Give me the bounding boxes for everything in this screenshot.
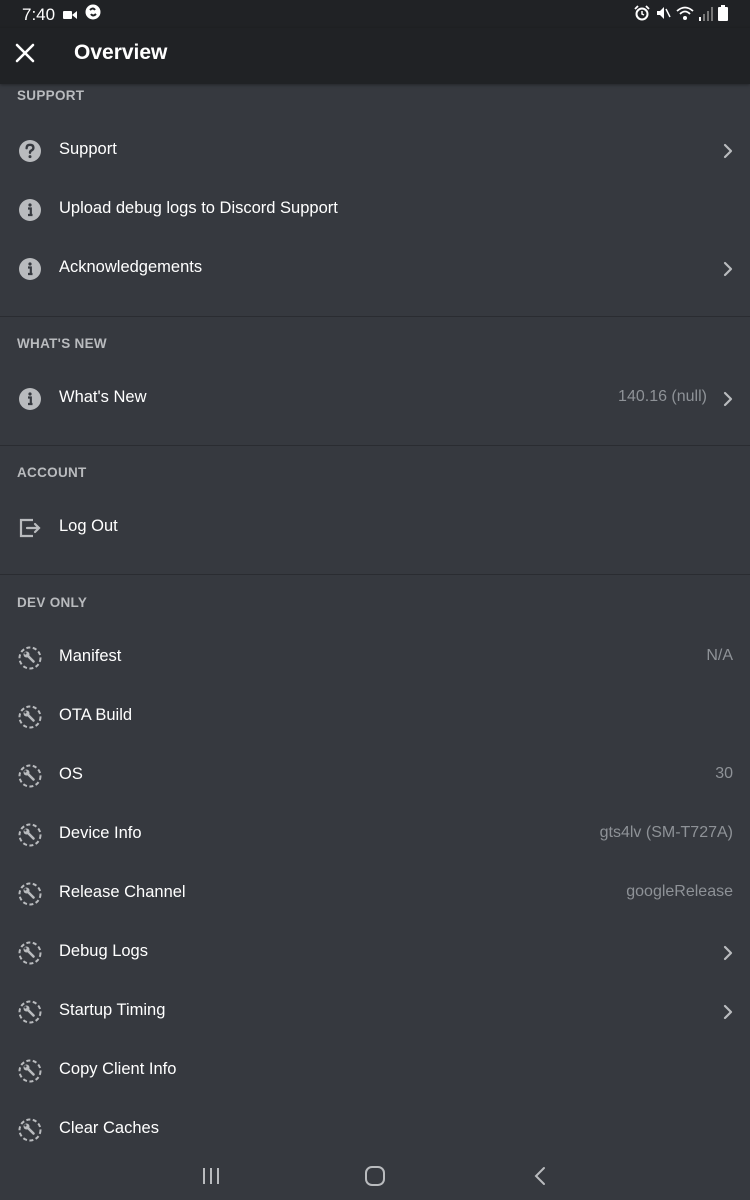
log-out-row[interactable]: Log Out (0, 498, 750, 557)
wrench-icon (18, 646, 42, 670)
section-divider (0, 316, 750, 317)
wrench-icon (18, 1059, 42, 1083)
battery-icon (718, 5, 728, 26)
support-row[interactable]: Support (0, 121, 750, 180)
ota-build-row[interactable]: OTA Build (0, 687, 750, 746)
section-header-account: ACCOUNT (17, 465, 87, 480)
row-value: 30 (715, 765, 733, 782)
back-icon (534, 1167, 545, 1185)
wifi-icon (676, 5, 694, 26)
chevron-right-icon (721, 259, 735, 279)
back-button[interactable] (527, 1164, 553, 1188)
wrench-icon (18, 1000, 42, 1024)
os-row[interactable]: OS 30 (0, 746, 750, 805)
recent-apps-button[interactable] (198, 1164, 224, 1188)
whats-new-row[interactable]: What's New 140.16 (null) (0, 369, 750, 428)
shazam-icon (85, 4, 101, 25)
row-label: Clear Caches (59, 1119, 159, 1137)
section-divider (0, 445, 750, 446)
section-header-dev-only: DEV ONLY (17, 595, 88, 610)
wrench-icon (18, 882, 42, 906)
copy-client-info-row[interactable]: Copy Client Info (0, 1041, 750, 1100)
row-label: OS (59, 765, 83, 783)
row-label: OTA Build (59, 706, 133, 724)
section-header-support: SUPPORT (17, 88, 85, 103)
section-divider (0, 574, 750, 575)
clear-caches-row[interactable]: Clear Caches (0, 1100, 750, 1152)
status-bar: 7:40 (0, 0, 750, 28)
row-label: Manifest (59, 647, 122, 665)
recent-apps-icon (203, 1168, 219, 1184)
row-value: googleRelease (626, 883, 733, 900)
device-info-row[interactable]: Device Info gts4lv (SM-T727A) (0, 805, 750, 864)
chevron-right-icon (721, 1002, 735, 1022)
row-label: Support (59, 140, 117, 158)
wrench-icon (18, 705, 42, 729)
settings-list[interactable]: SUPPORT Support Upload debug logs to Dis… (0, 84, 750, 1152)
logout-icon (18, 516, 42, 540)
info-icon (18, 198, 42, 222)
close-button[interactable] (10, 38, 40, 68)
debug-logs-row[interactable]: Debug Logs (0, 923, 750, 982)
manifest-row[interactable]: Manifest N/A (0, 628, 750, 687)
page-title: Overview (74, 41, 168, 64)
system-nav-bar (0, 1152, 750, 1200)
info-icon (18, 387, 42, 411)
row-label: Device Info (59, 824, 142, 842)
release-channel-row[interactable]: Release Channel googleRelease (0, 864, 750, 923)
wrench-icon (18, 941, 42, 965)
section-header-whats-new: WHAT'S NEW (17, 336, 107, 351)
row-value: gts4lv (SM-T727A) (599, 824, 733, 841)
startup-timing-row[interactable]: Startup Timing (0, 982, 750, 1041)
row-value: 140.16 (null) (618, 388, 707, 405)
chevron-right-icon (721, 943, 735, 963)
wrench-icon (18, 823, 42, 847)
row-label: What's New (59, 388, 147, 406)
upload-debug-logs-row[interactable]: Upload debug logs to Discord Support (0, 180, 750, 239)
status-time: 7:40 (22, 4, 56, 24)
video-camera-icon (63, 5, 78, 25)
signal-icon (699, 6, 713, 26)
info-icon (18, 257, 42, 281)
alarm-icon (634, 5, 650, 26)
wrench-icon (18, 764, 42, 788)
row-value: N/A (706, 647, 733, 664)
row-label: Copy Client Info (59, 1060, 177, 1078)
close-icon (15, 43, 35, 63)
row-label: Acknowledgements (59, 258, 203, 276)
chevron-right-icon (721, 389, 735, 409)
wrench-icon (18, 1118, 42, 1142)
home-icon (365, 1166, 385, 1186)
row-label: Upload debug logs to Discord Support (59, 199, 338, 217)
acknowledgements-row[interactable]: Acknowledgements (0, 239, 750, 298)
home-button[interactable] (362, 1164, 388, 1188)
row-label: Debug Logs (59, 942, 148, 960)
row-label: Release Channel (59, 883, 186, 901)
help-circle-icon (18, 139, 42, 163)
chevron-right-icon (721, 141, 735, 161)
mute-icon (655, 5, 671, 26)
row-label: Log Out (59, 517, 118, 535)
app-header: Overview (0, 28, 750, 84)
row-label: Startup Timing (59, 1001, 166, 1019)
